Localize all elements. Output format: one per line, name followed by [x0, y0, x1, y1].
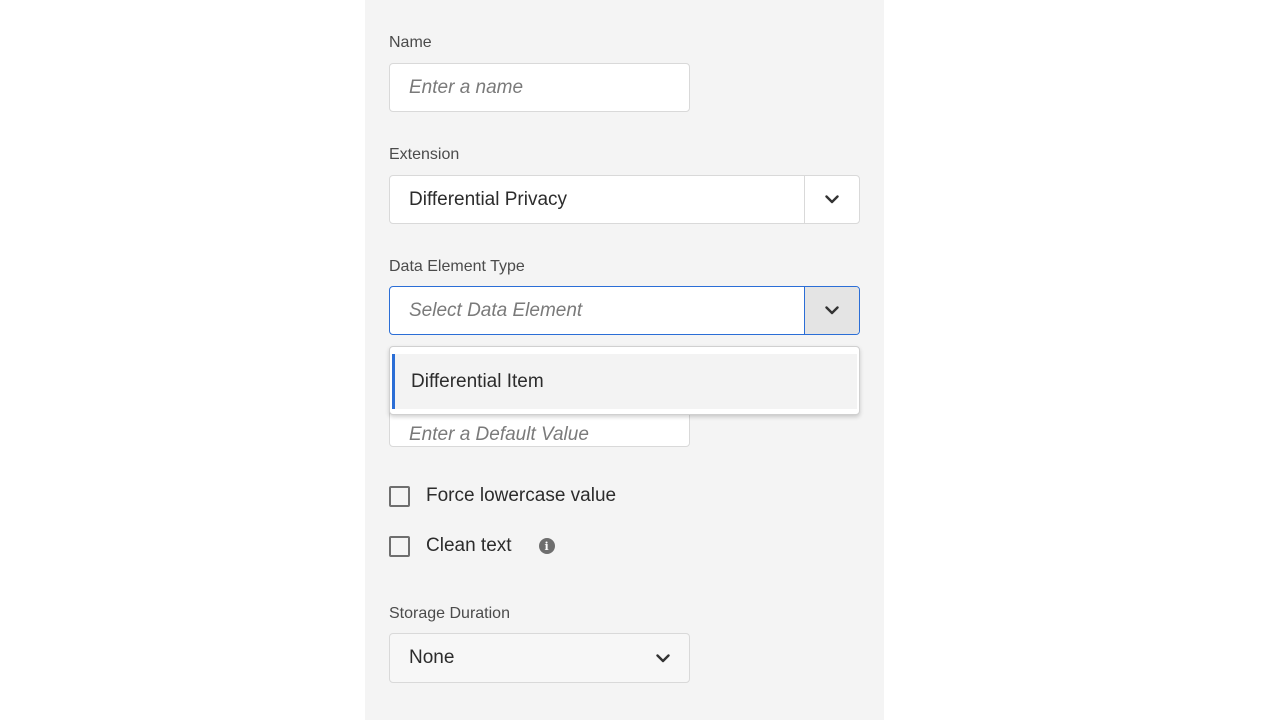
menu-item-differential-item[interactable]: Differential Item	[392, 354, 857, 409]
clean-text-row[interactable]: Clean text i	[389, 535, 555, 557]
extension-label: Extension	[389, 146, 460, 163]
clean-text-checkbox[interactable]	[389, 535, 410, 557]
chevron-down-icon	[825, 306, 839, 315]
data-element-type-dropdown-button[interactable]	[804, 287, 859, 334]
force-lowercase-checkbox[interactable]	[389, 485, 410, 507]
data-element-type-menu: Differential Item	[389, 346, 860, 415]
name-label: Name	[389, 34, 432, 51]
default-value-placeholder: Enter a Default Value	[409, 423, 589, 445]
storage-duration-value: None	[409, 647, 455, 668]
name-placeholder: Enter a name	[409, 76, 524, 98]
chevron-down-icon	[825, 195, 839, 204]
name-input[interactable]: Enter a name	[389, 63, 690, 112]
data-element-type-placeholder: Select Data Element	[409, 299, 583, 321]
extension-dropdown-button[interactable]	[804, 176, 859, 223]
extension-combobox[interactable]: Differential Privacy	[389, 175, 860, 224]
clean-text-label[interactable]: Clean text	[426, 535, 512, 557]
storage-duration-label: Storage Duration	[389, 605, 510, 622]
force-lowercase-row[interactable]: Force lowercase value	[389, 485, 616, 507]
info-icon[interactable]: i	[538, 538, 555, 554]
data-element-type-combobox[interactable]: Select Data Element	[389, 286, 860, 335]
data-element-type-label: Data Element Type	[389, 258, 525, 275]
extension-value: Differential Privacy	[409, 188, 568, 210]
chevron-down-icon	[656, 653, 670, 662]
force-lowercase-label[interactable]: Force lowercase value	[426, 485, 616, 507]
storage-duration-select[interactable]: None	[389, 633, 690, 683]
